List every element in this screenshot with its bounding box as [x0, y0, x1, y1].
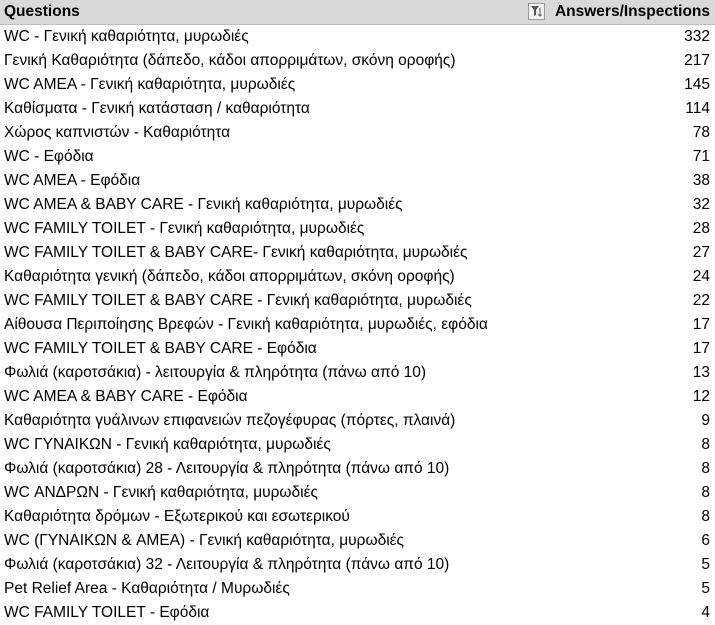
question-cell[interactable]: WC FAMILY TOILET - Γενική καθαριότητα, μ… [4, 220, 364, 238]
answers-count-cell[interactable]: 17 [693, 316, 710, 334]
answers-count-cell[interactable]: 9 [701, 412, 710, 430]
answers-count-cell[interactable]: 217 [684, 52, 710, 70]
table-row[interactable]: WC - Γενική καθαριότητα, μυρωδιές 332 [0, 25, 715, 49]
question-cell[interactable]: Γενική Καθαριότητα (δάπεδο, κάδοι απορρι… [4, 52, 456, 70]
table-row[interactable]: WC FAMILY TOILET & BABY CARE - Γενική κα… [0, 289, 715, 313]
answers-count-cell[interactable]: 22 [693, 292, 710, 310]
question-cell[interactable]: WC AMEA & BABY CARE - Γενική καθαριότητα… [4, 196, 403, 214]
question-cell[interactable]: WC (ΓΥΝΑΙΚΩΝ & AMEA) - Γενική καθαριότητ… [4, 532, 404, 550]
table-header: Questions Answers/Inspections [0, 0, 715, 25]
table-row[interactable]: WC ΑΝΔΡΩΝ - Γενική καθαριότητα, μυρωδιές… [0, 481, 715, 505]
question-cell[interactable]: Καθίσματα - Γενική κατάσταση / καθαριότη… [4, 100, 310, 118]
answers-count-cell[interactable]: 13 [693, 364, 710, 382]
table-row[interactable]: WC AMEA - Γενική καθαριότητα, μυρωδιές 14… [0, 73, 715, 97]
answers-count-cell[interactable]: 332 [684, 28, 710, 46]
question-cell[interactable]: WC AMEA - Εφόδια [4, 172, 140, 190]
answers-count-cell[interactable]: 8 [701, 508, 710, 526]
question-cell[interactable]: Pet Relief Area - Καθαριότητα / Μυρωδιές [4, 580, 290, 598]
question-cell[interactable]: WC FAMILY TOILET & BABY CARE - Εφόδια [4, 340, 317, 358]
questions-column-header[interactable]: Questions [4, 3, 80, 21]
answers-count-cell[interactable]: 38 [693, 172, 710, 190]
answers-count-cell[interactable]: 5 [701, 556, 710, 574]
table-row[interactable]: WC - Εφόδια 71 [0, 145, 715, 169]
question-cell[interactable]: WC ΓΥΝΑΙΚΩΝ - Γενική καθαριότητα, μυρωδι… [4, 436, 331, 454]
question-cell[interactable]: Καθαριότητα γυάλινων επιφανειών πεζογέφυ… [4, 412, 455, 430]
question-cell[interactable]: WC FAMILY TOILET & BABY CARE - Γενική κα… [4, 292, 472, 310]
table-row[interactable]: WC AMEA - Εφόδια 38 [0, 169, 715, 193]
table-row[interactable]: WC FAMILY TOILET - Εφόδια 4 [0, 601, 715, 625]
table-row[interactable]: WC (ΓΥΝΑΙΚΩΝ & AMEA) - Γενική καθαριότητ… [0, 529, 715, 553]
answers-count-cell[interactable]: 8 [701, 460, 710, 478]
table-row[interactable]: Καθαριότητα γενική (δάπεδο, κάδοι απορρι… [0, 265, 715, 289]
table-row[interactable]: Γενική Καθαριότητα (δάπεδο, κάδοι απορρι… [0, 49, 715, 73]
question-cell[interactable]: WC FAMILY TOILET & BABY CARE- Γενική καθ… [4, 244, 468, 262]
question-cell[interactable]: Χώρος καπνιστών - Καθαριότητα [4, 124, 230, 142]
answers-count-cell[interactable]: 114 [685, 100, 710, 118]
table-row[interactable]: Φωλιά (καροτσάκια) 32 - Λειτουργία & πλη… [0, 553, 715, 577]
question-cell[interactable]: Φωλιά (καροτσάκια) 32 - Λειτουργία & πλη… [4, 556, 449, 574]
answers-count-cell[interactable]: 145 [684, 76, 710, 94]
question-cell[interactable]: WC - Εφόδια [4, 148, 94, 166]
answers-count-cell[interactable]: 17 [693, 340, 710, 358]
question-cell[interactable]: WC ΑΝΔΡΩΝ - Γενική καθαριότητα, μυρωδιές [4, 484, 318, 502]
answers-count-cell[interactable]: 78 [693, 124, 710, 142]
answers-column-header[interactable]: Answers/Inspections [555, 3, 710, 21]
table-row[interactable]: WC FAMILY TOILET & BABY CARE- Γενική καθ… [0, 241, 715, 265]
answers-count-cell[interactable]: 6 [701, 532, 710, 550]
answers-count-cell[interactable]: 12 [693, 388, 710, 406]
question-cell[interactable]: WC FAMILY TOILET - Εφόδια [4, 604, 209, 622]
table-row[interactable]: Φωλιά (καροτσάκια) - λειτουργία & πληρότ… [0, 361, 715, 385]
answers-count-cell[interactable]: 8 [701, 484, 710, 502]
table-row[interactable]: WC ΓΥΝΑΙΚΩΝ - Γενική καθαριότητα, μυρωδι… [0, 433, 715, 457]
question-cell[interactable]: WC AMEA & BABY CARE - Εφόδια [4, 388, 248, 406]
question-cell[interactable]: Καθαριότητα δρόμων - Εξωτερικού και εσωτ… [4, 508, 350, 526]
table-row[interactable]: Καθίσματα - Γενική κατάσταση / καθαριότη… [0, 97, 715, 121]
pivot-table: Questions Answers/Inspections WC - Γενικ… [0, 0, 715, 625]
answers-count-cell[interactable]: 71 [693, 148, 710, 166]
question-cell[interactable]: Φωλιά (καροτσάκια) 28 - Λειτουργία & πλη… [4, 460, 449, 478]
table-row[interactable]: WC FAMILY TOILET - Γενική καθαριότητα, μ… [0, 217, 715, 241]
filter-sort-icon[interactable] [528, 3, 545, 20]
table-row[interactable]: Χώρος καπνιστών - Καθαριότητα 78 [0, 121, 715, 145]
question-cell[interactable]: WC - Γενική καθαριότητα, μυρωδιές [4, 28, 249, 46]
answers-count-cell[interactable]: 4 [701, 604, 710, 622]
question-cell[interactable]: Αίθουσα Περιποίησης Βρεφών - Γενική καθα… [4, 316, 488, 334]
table-row[interactable]: WC AMEA & BABY CARE - Εφόδια 12 [0, 385, 715, 409]
answers-count-cell[interactable]: 5 [701, 580, 710, 598]
question-cell[interactable]: Φωλιά (καροτσάκια) - λειτουργία & πληρότ… [4, 364, 426, 382]
answers-count-cell[interactable]: 32 [693, 196, 710, 214]
table-row[interactable]: Pet Relief Area - Καθαριότητα / Μυρωδιές… [0, 577, 715, 601]
table-row[interactable]: WC AMEA & BABY CARE - Γενική καθαριότητα… [0, 193, 715, 217]
question-cell[interactable]: WC AMEA - Γενική καθαριότητα, μυρωδιές [4, 76, 295, 94]
answers-count-cell[interactable]: 28 [693, 220, 710, 238]
answers-count-cell[interactable]: 24 [693, 268, 710, 286]
table-body: WC - Γενική καθαριότητα, μυρωδιές 332 Γενι… [0, 25, 715, 625]
table-row[interactable]: Φωλιά (καροτσάκια) 28 - Λειτουργία & πλη… [0, 457, 715, 481]
answers-count-cell[interactable]: 27 [693, 244, 710, 262]
answers-count-cell[interactable]: 8 [701, 436, 710, 454]
table-row[interactable]: Καθαριότητα γυάλινων επιφανειών πεζογέφυ… [0, 409, 715, 433]
table-row[interactable]: Αίθουσα Περιποίησης Βρεφών - Γενική καθα… [0, 313, 715, 337]
table-row[interactable]: WC FAMILY TOILET & BABY CARE - Εφόδια 17 [0, 337, 715, 361]
table-row[interactable]: Καθαριότητα δρόμων - Εξωτερικού και εσωτ… [0, 505, 715, 529]
question-cell[interactable]: Καθαριότητα γενική (δάπεδο, κάδοι απορρι… [4, 268, 455, 286]
